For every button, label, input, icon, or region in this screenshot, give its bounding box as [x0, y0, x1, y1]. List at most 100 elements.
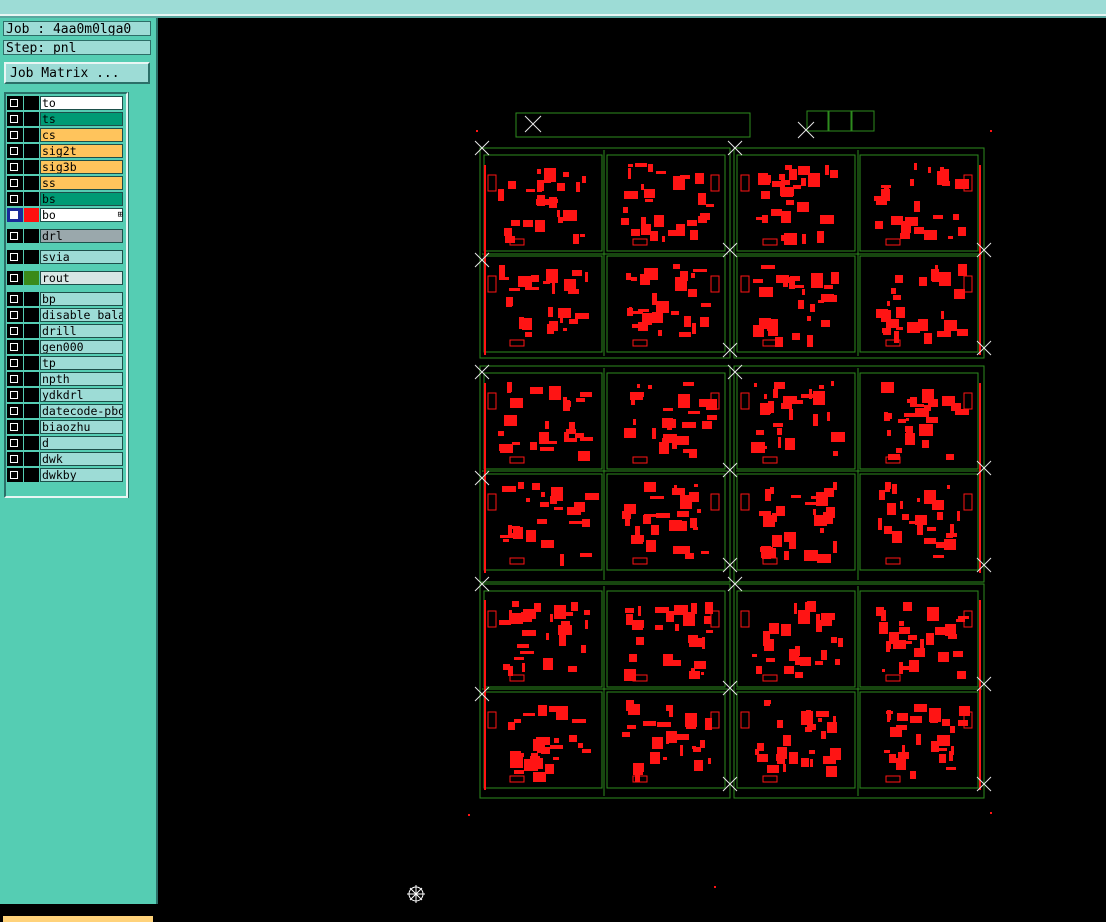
- layer-name[interactable]: drill: [40, 324, 123, 338]
- layer-checkbox[interactable]: [7, 356, 23, 370]
- layer-name[interactable]: d: [40, 436, 123, 450]
- layer-checkbox[interactable]: [7, 404, 23, 418]
- layer-name[interactable]: tp: [40, 356, 123, 370]
- job-matrix-button[interactable]: Job Matrix ...: [4, 62, 150, 84]
- layer-row-biaozhu[interactable]: biaozhu: [7, 420, 124, 434]
- checkbox-square-icon: [10, 327, 18, 335]
- layer-color-swatch[interactable]: [24, 308, 39, 322]
- layer-row-bo[interactable]: bo ⊞: [7, 208, 124, 222]
- layer-checkbox[interactable]: [7, 271, 23, 285]
- layer-name[interactable]: sig2t: [40, 144, 123, 158]
- graphics-canvas[interactable]: [158, 18, 1106, 904]
- layer-color-swatch[interactable]: [24, 404, 39, 418]
- layer-name[interactable]: dwkby: [40, 468, 123, 482]
- layer-color-swatch[interactable]: [24, 144, 39, 158]
- layer-checkbox[interactable]: [7, 250, 23, 264]
- layer-color-swatch[interactable]: [24, 388, 39, 402]
- layer-color-swatch[interactable]: [24, 436, 39, 450]
- layer-row-to[interactable]: to: [7, 96, 124, 110]
- layer-row-ydkdrl[interactable]: ydkdrl: [7, 388, 124, 402]
- layer-row-ts[interactable]: ts: [7, 112, 124, 126]
- layer-color-swatch[interactable]: [24, 96, 39, 110]
- checkbox-square-icon: [10, 211, 18, 219]
- layer-expand-icon[interactable]: ⊞: [118, 208, 123, 222]
- layer-color-swatch[interactable]: [24, 292, 39, 306]
- layer-name[interactable]: sig3b: [40, 160, 123, 174]
- layer-name[interactable]: drl: [40, 229, 123, 243]
- layer-name[interactable]: disable_bala: [40, 308, 123, 322]
- layer-list-scroll-area[interactable]: [128, 92, 155, 498]
- layer-name[interactable]: cs: [40, 128, 123, 142]
- layer-checkbox[interactable]: [7, 388, 23, 402]
- layer-name[interactable]: bp: [40, 292, 123, 306]
- layer-name[interactable]: dwk: [40, 452, 123, 466]
- layer-checkbox[interactable]: [7, 324, 23, 338]
- layer-row-gen000[interactable]: gen000: [7, 340, 124, 354]
- layer-name[interactable]: ts: [40, 112, 123, 126]
- layer-row-drill[interactable]: drill: [7, 324, 124, 338]
- layer-color-swatch[interactable]: [24, 468, 39, 482]
- layer-row-rout[interactable]: rout: [7, 271, 124, 285]
- layer-row-ss[interactable]: ss: [7, 176, 124, 190]
- layer-checkbox[interactable]: [7, 436, 23, 450]
- layer-color-swatch[interactable]: [24, 420, 39, 434]
- layer-checkbox[interactable]: [7, 340, 23, 354]
- layer-checkbox[interactable]: [7, 112, 23, 126]
- layer-name[interactable]: ydkdrl: [40, 388, 123, 402]
- layer-color-swatch[interactable]: [24, 250, 39, 264]
- layer-row-dwkby[interactable]: dwkby: [7, 468, 124, 482]
- layer-row-npth[interactable]: npth: [7, 372, 124, 386]
- layer-name[interactable]: datecode-pbo: [40, 404, 123, 418]
- layer-row-dwk[interactable]: dwk: [7, 452, 124, 466]
- layer-color-swatch[interactable]: [24, 324, 39, 338]
- layer-name[interactable]: svia: [40, 250, 123, 264]
- layer-name[interactable]: biaozhu: [40, 420, 123, 434]
- layer-checkbox[interactable]: [7, 292, 23, 306]
- layer-row-sig3b[interactable]: sig3b: [7, 160, 124, 174]
- layer-color-swatch[interactable]: [24, 160, 39, 174]
- layer-row-bp[interactable]: bp: [7, 292, 124, 306]
- layer-name[interactable]: rout: [40, 271, 123, 285]
- layer-row-cs[interactable]: cs: [7, 128, 124, 142]
- layer-checkbox[interactable]: [7, 160, 23, 174]
- layer-row-d[interactable]: d: [7, 436, 124, 450]
- layer-checkbox[interactable]: [7, 308, 23, 322]
- layer-checkbox[interactable]: [7, 144, 23, 158]
- layer-color-swatch[interactable]: [24, 372, 39, 386]
- layer-color-swatch[interactable]: [24, 340, 39, 354]
- checkbox-square-icon: [10, 471, 18, 479]
- layer-row-tp[interactable]: tp: [7, 356, 124, 370]
- layer-checkbox[interactable]: [7, 372, 23, 386]
- layer-checkbox[interactable]: [7, 192, 23, 206]
- layer-row-disable_bala[interactable]: disable_bala: [7, 308, 124, 322]
- layer-color-swatch[interactable]: [24, 452, 39, 466]
- layer-checkbox[interactable]: [7, 468, 23, 482]
- layer-color-swatch[interactable]: [24, 356, 39, 370]
- layer-checkbox[interactable]: [7, 208, 23, 222]
- layer-color-swatch[interactable]: [24, 192, 39, 206]
- layer-row-datecode-pbo[interactable]: datecode-pbo: [7, 404, 124, 418]
- layer-color-swatch[interactable]: [24, 271, 39, 285]
- layer-color-swatch[interactable]: [24, 208, 39, 222]
- layer-color-swatch[interactable]: [24, 112, 39, 126]
- layer-row-drl[interactable]: drl: [7, 229, 124, 243]
- layer-row-svia[interactable]: svia: [7, 250, 124, 264]
- layer-name[interactable]: npth: [40, 372, 123, 386]
- layer-checkbox[interactable]: [7, 176, 23, 190]
- layer-checkbox[interactable]: [7, 420, 23, 434]
- checkbox-square-icon: [10, 99, 18, 107]
- layer-color-swatch[interactable]: [24, 229, 39, 243]
- layer-checkbox[interactable]: [7, 128, 23, 142]
- layer-name[interactable]: to: [40, 96, 123, 110]
- layer-name[interactable]: gen000: [40, 340, 123, 354]
- layer-checkbox[interactable]: [7, 229, 23, 243]
- layer-color-swatch[interactable]: [24, 128, 39, 142]
- layer-color-swatch[interactable]: [24, 176, 39, 190]
- layer-name[interactable]: bs: [40, 192, 123, 206]
- layer-checkbox[interactable]: [7, 452, 23, 466]
- layer-row-sig2t[interactable]: sig2t: [7, 144, 124, 158]
- layer-name[interactable]: ss: [40, 176, 123, 190]
- layer-name[interactable]: bo: [40, 208, 123, 222]
- layer-row-bs[interactable]: bs: [7, 192, 124, 206]
- layer-checkbox[interactable]: [7, 96, 23, 110]
